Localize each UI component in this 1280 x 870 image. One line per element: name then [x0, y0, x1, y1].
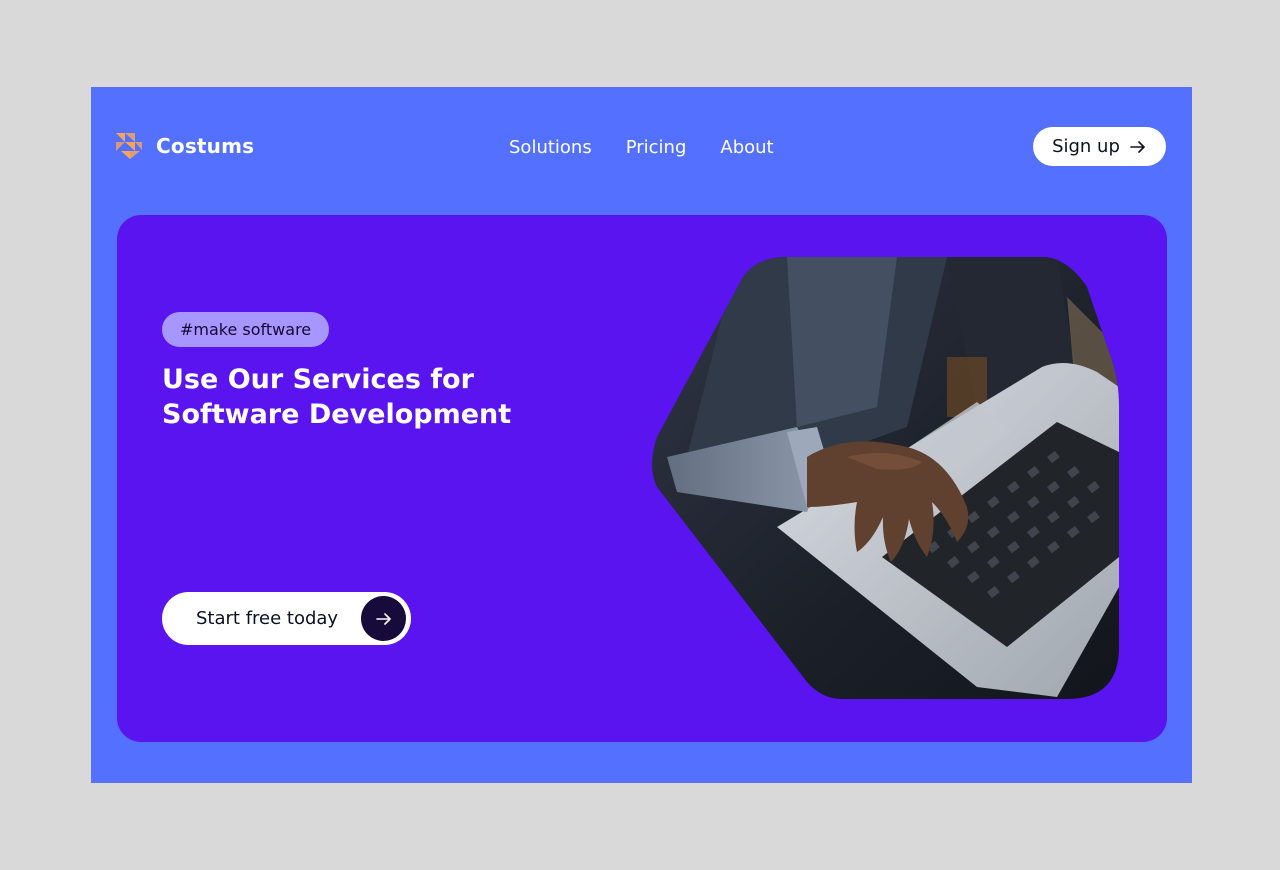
hero-headline: Use Our Services for Software Developmen…: [162, 362, 562, 432]
hero-tag: #make software: [162, 312, 330, 347]
landing-frame: Costums Solutions Pricing About Sign up …: [91, 87, 1192, 783]
logo[interactable]: Costums: [116, 133, 254, 159]
arrow-right-icon: [1130, 140, 1145, 153]
nav-link-solutions[interactable]: Solutions: [509, 137, 592, 158]
nav-link-pricing[interactable]: Pricing: [626, 137, 687, 158]
headline-line-1: Use Our Services for: [162, 364, 474, 395]
laptop-photo: [652, 257, 1119, 699]
start-free-label: Start free today: [196, 608, 339, 629]
headline-line-2: Software Development: [162, 399, 512, 430]
triangles-logo-icon: [116, 133, 142, 159]
start-free-button[interactable]: Start free today: [162, 592, 411, 645]
cta-arrow-circle: [361, 596, 406, 641]
hero-section: #make software Use Our Services for Soft…: [117, 215, 1167, 742]
brand-name: Costums: [156, 134, 255, 158]
arrow-right-icon: [375, 612, 391, 625]
signup-button[interactable]: Sign up: [1033, 127, 1166, 166]
signup-label: Sign up: [1052, 136, 1120, 157]
main-nav: Solutions Pricing About: [509, 137, 774, 158]
nav-link-about[interactable]: About: [720, 137, 773, 158]
